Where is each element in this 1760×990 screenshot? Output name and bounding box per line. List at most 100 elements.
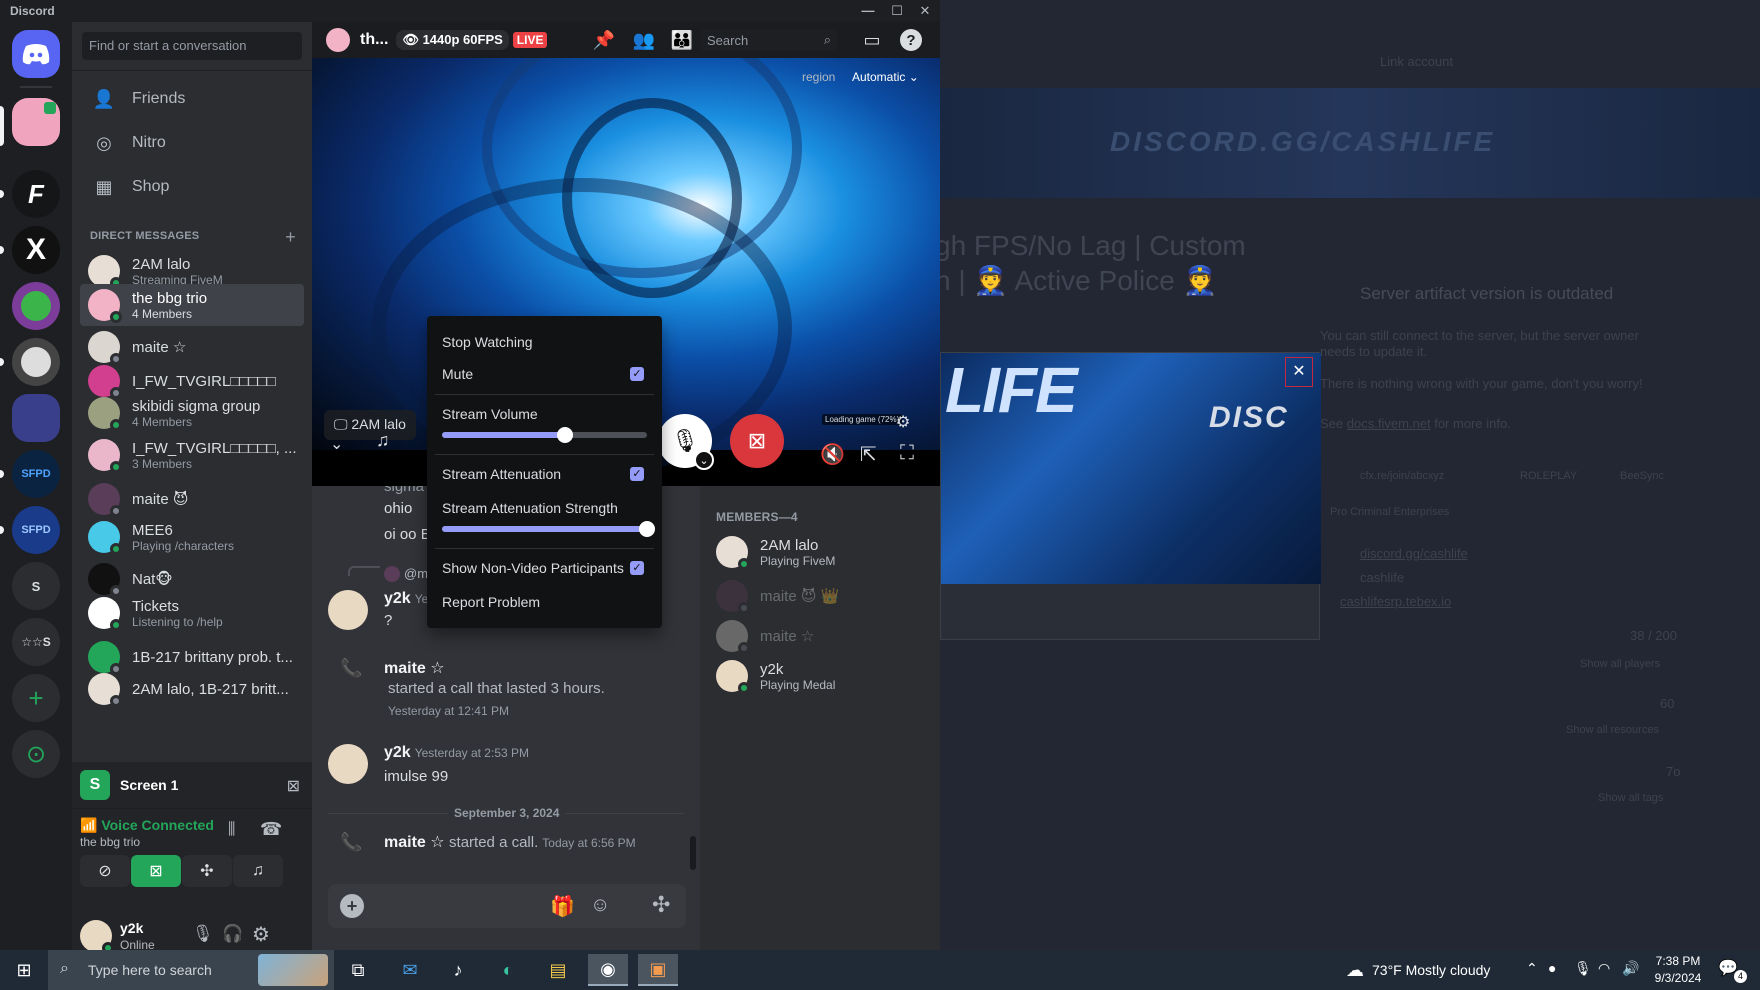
dm-item[interactable]: the bbg trio 4 Members <box>80 284 304 326</box>
windows-start-icon[interactable]: ⊞ <box>4 954 44 986</box>
slider-knob[interactable] <box>639 521 655 537</box>
soundboard-button[interactable]: ♫ <box>233 855 283 887</box>
noise-suppression-icon[interactable]: ⫼ <box>228 821 235 839</box>
activities-button[interactable]: ✣ <box>182 855 232 887</box>
server-link[interactable]: cashlife <box>1360 570 1404 585</box>
mic-options-icon[interactable]: ⌄ <box>694 450 714 470</box>
menu-stream-attenuation[interactable]: Stream Attenuation <box>442 466 561 482</box>
fivem-taskbar-icon[interactable]: ▣ <box>638 954 678 986</box>
docs-link[interactable]: docs.fivem.net <box>1347 416 1431 431</box>
popup-close-button[interactable]: ✕ <box>1285 357 1313 387</box>
stop-watching-button[interactable]: ⊠ <box>730 414 784 468</box>
stop-stream-icon[interactable]: ⊠ <box>287 776 300 796</box>
stream-volume-slider[interactable] <box>442 427 647 443</box>
close-button[interactable]: ✕ <box>912 2 938 20</box>
mail-icon[interactable]: ✉ <box>390 954 430 986</box>
camera-off-button[interactable]: ⊘ <box>80 855 130 887</box>
server-9[interactable]: S <box>12 562 60 610</box>
headphones-icon[interactable]: 🎧 <box>222 924 243 944</box>
attach-plus-icon[interactable]: + <box>340 894 364 918</box>
gift-icon[interactable]: 🎁 <box>550 894 575 919</box>
nav-friends[interactable]: 👤 Friends <box>80 78 304 120</box>
member-item[interactable]: 2AM lalo Playing FiveM <box>708 530 932 574</box>
header-search-input[interactable]: Search ⌕ <box>701 29 837 51</box>
volume-muted-icon[interactable]: 🔇 <box>820 442 845 467</box>
tray-chevron-icon[interactable]: ⌃ <box>1526 960 1538 977</box>
clock-time[interactable]: 7:38 PM <box>1652 954 1704 968</box>
dm-item[interactable]: MEE6 Playing /characters <box>80 516 304 558</box>
region-select[interactable]: Automatic ⌄ <box>852 70 919 84</box>
server-3[interactable]: X <box>12 226 60 274</box>
add-member-icon[interactable]: 👥 <box>632 28 656 52</box>
share-screen-button[interactable]: ⊠ <box>131 855 181 887</box>
message-avatar[interactable] <box>328 590 368 630</box>
show-resources-button[interactable]: Show all resources <box>1566 724 1659 736</box>
emoji-icon[interactable]: ☺ <box>590 894 610 917</box>
server-2[interactable]: F <box>12 170 60 218</box>
soundboard-icon[interactable]: ♫ <box>376 430 390 451</box>
server-1[interactable] <box>12 98 60 146</box>
attenuation-checkbox[interactable]: ✓ <box>630 467 644 481</box>
mute-checkbox[interactable]: ✓ <box>630 367 644 381</box>
nav-shop[interactable]: ▦ Shop <box>80 166 304 208</box>
member-item[interactable]: y2k Playing Medal <box>708 654 932 698</box>
menu-mute[interactable]: Mute <box>442 366 473 382</box>
mic-icon[interactable]: 🎙 <box>192 924 214 944</box>
link-account-button[interactable]: Link account <box>1380 54 1453 69</box>
add-server-button[interactable]: + <box>12 674 60 722</box>
menu-report-problem[interactable]: Report Problem <box>442 594 540 610</box>
home-button[interactable] <box>12 30 60 78</box>
dm-item[interactable]: 2AM lalo, 1B-217 britt... <box>80 668 304 710</box>
server-10[interactable]: ☆☆S <box>12 618 60 666</box>
clock-date[interactable]: 9/3/2024 <box>1650 971 1706 985</box>
wifi-icon[interactable]: ◠ <box>1598 960 1610 977</box>
apps-icon[interactable]: ✣ <box>652 892 670 918</box>
discord-taskbar-icon[interactable]: ◉ <box>588 954 628 986</box>
task-view-icon[interactable]: ⧉ <box>338 954 378 986</box>
dm-item[interactable]: skibidi sigma group 4 Members <box>80 392 304 434</box>
help-icon[interactable]: ? <box>900 29 922 51</box>
store-icon[interactable]: ▤ <box>538 954 578 986</box>
popout-icon[interactable]: ⇱ <box>860 442 877 467</box>
non-video-checkbox[interactable]: ✓ <box>630 561 644 575</box>
dm-item[interactable]: maite 😈 <box>80 478 304 520</box>
menu-stop-watching[interactable]: Stop Watching <box>442 334 533 350</box>
tiktok-icon[interactable]: ♪ <box>438 954 478 986</box>
server-6[interactable] <box>12 394 60 442</box>
dm-item[interactable]: Tickets Listening to /help <box>80 592 304 634</box>
attenuation-strength-slider[interactable] <box>442 521 655 537</box>
inbox-icon[interactable]: ▭ <box>860 28 884 52</box>
menu-show-non-video[interactable]: Show Non-Video Participants <box>442 560 624 576</box>
show-tags-button[interactable]: Show all tags <box>1598 792 1663 804</box>
message-avatar[interactable] <box>328 744 368 784</box>
scrollbar-thumb[interactable] <box>690 836 696 870</box>
disconnect-icon[interactable]: ☎ <box>260 819 282 840</box>
create-dm-button[interactable]: + <box>285 227 296 248</box>
server-7[interactable]: SFPD <box>12 450 60 498</box>
chevron-down-icon[interactable]: ⌄ <box>330 434 343 454</box>
stream-settings-icon[interactable]: ⚙ <box>896 412 910 432</box>
server-5[interactable] <box>12 338 60 386</box>
member-item[interactable]: maite 😈 👑 <box>708 574 932 618</box>
discord-link[interactable]: discord.gg/cashlife <box>1360 546 1468 561</box>
member-list-icon[interactable]: 👪 <box>670 28 694 52</box>
call-author[interactable]: maite ☆ <box>384 658 445 678</box>
user-avatar[interactable] <box>80 920 114 954</box>
tray-app-icon[interactable]: ● <box>1548 960 1556 976</box>
voice-channel[interactable]: the bbg trio <box>80 835 140 849</box>
nav-nitro[interactable]: ◎ Nitro <box>80 122 304 164</box>
tray-mic-icon[interactable]: 🎙 <box>1574 960 1592 977</box>
maximize-button[interactable]: ☐ <box>884 2 910 20</box>
discover-button[interactable]: ⊙ <box>12 730 60 778</box>
gear-icon[interactable]: ⚙ <box>252 922 270 947</box>
weather-text[interactable]: 73°F Mostly cloudy <box>1372 962 1490 978</box>
reply-preview[interactable]: @m <box>404 566 428 581</box>
message-composer[interactable]: + 🎁 ☺ <box>328 884 686 928</box>
slider-knob[interactable] <box>557 427 573 443</box>
taskbar-search[interactable]: ⌕ Type here to search <box>48 950 334 990</box>
call-author[interactable]: maite ☆ <box>384 834 445 851</box>
dm-item[interactable]: I_FW_TVGIRL□□□□□, ... 3 Members <box>80 434 304 476</box>
server-4[interactable] <box>12 282 60 330</box>
minimize-button[interactable]: — <box>855 2 881 20</box>
pin-icon[interactable]: 📌 <box>592 28 616 52</box>
